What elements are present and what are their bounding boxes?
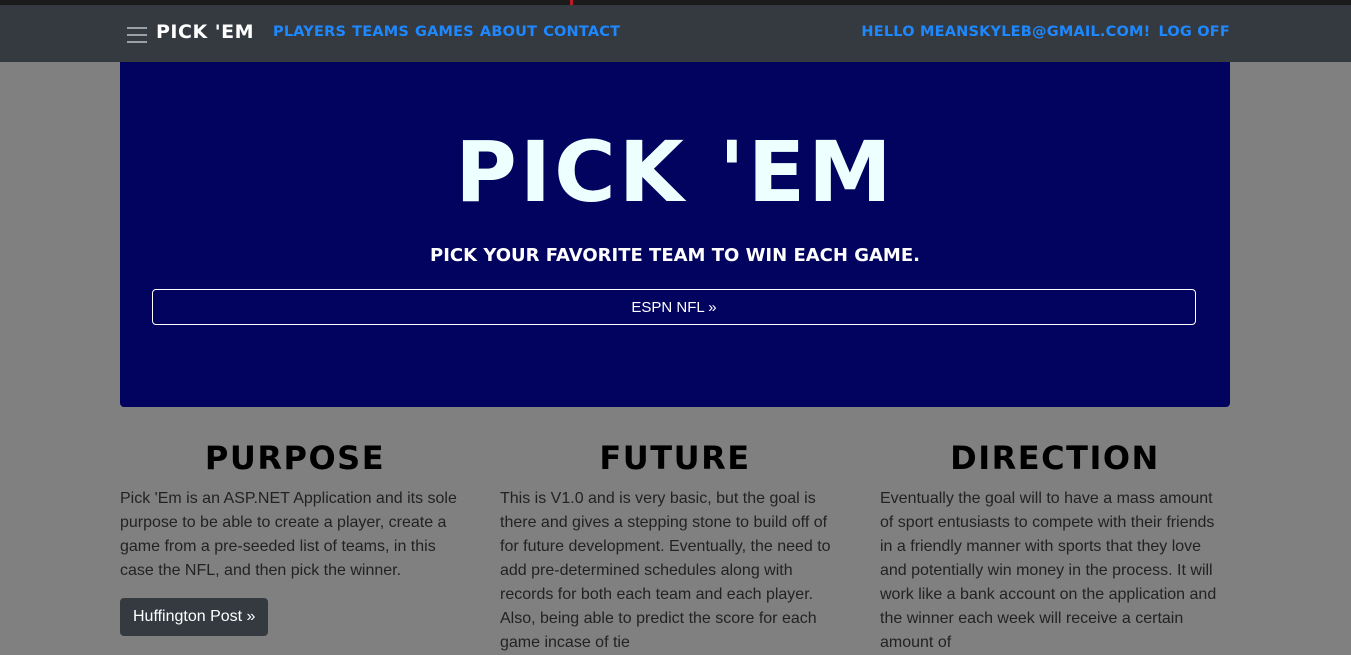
future-text: This is V1.0 and is very basic, but the … [500,490,831,651]
navbar: Pick 'Em Players Teams Games About Conta… [0,5,1351,62]
future-column: Future This is V1.0 and is very basic, b… [500,438,850,655]
nav-link-games[interactable]: Games [415,24,474,40]
nav-link-contact[interactable]: Contact [543,24,620,40]
espn-nfl-button[interactable]: ESPN NFL » [152,289,1196,325]
huffington-post-button[interactable]: Huffington Post » [120,598,269,636]
nav-link-teams[interactable]: Teams [352,24,409,40]
hamburger-menu-icon[interactable] [127,27,147,43]
hero-title: Pick 'Em [455,123,895,221]
future-heading: Future [599,439,751,477]
purpose-heading: Purpose [204,439,386,477]
nav-link-about[interactable]: About [480,24,537,40]
nav-links: Players Teams Games About Contact [273,24,620,40]
purpose-column: Purpose Pick 'Em is an ASP.NET Applicati… [120,438,470,583]
purpose-text: Pick 'Em is an ASP.NET Application and i… [120,490,457,579]
nav-user-area: Hello meanskyleb@gmail.com! Log off [861,24,1230,40]
direction-column: Direction Eventually the goal will to ha… [880,438,1230,655]
logoff-link[interactable]: Log off [1158,24,1230,40]
nav-link-players[interactable]: Players [273,24,346,40]
direction-text: Eventually the goal will to have a mass … [880,490,1217,651]
navbar-brand[interactable]: Pick 'Em [156,21,254,43]
user-greeting-link[interactable]: Hello meanskyleb@gmail.com! [861,24,1150,40]
hero-jumbotron: Pick 'Em Pick your favorite team to win … [120,62,1230,407]
direction-heading: Direction [950,439,1160,477]
hero-subtitle: Pick your favorite team to win each game… [430,245,920,266]
